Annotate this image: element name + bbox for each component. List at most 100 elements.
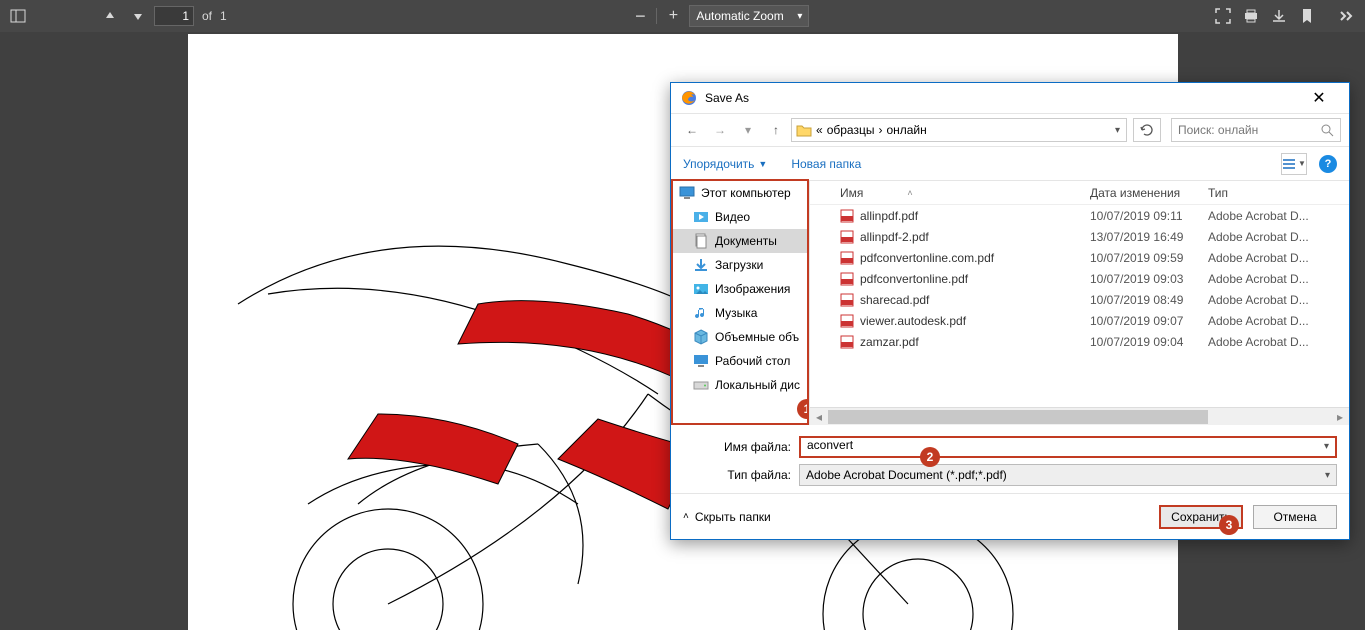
tree-item-music[interactable]: Музыка	[673, 301, 807, 325]
help-button[interactable]: ?	[1319, 155, 1337, 173]
arrow-left-icon: ←	[686, 123, 698, 137]
pdf-file-icon	[840, 230, 854, 244]
tree-item-pictures[interactable]: Изображения	[673, 277, 807, 301]
file-date: 10/07/2019 09:04	[1090, 335, 1208, 349]
print-button[interactable]	[1239, 4, 1263, 28]
file-name: pdfconvertonline.pdf	[860, 272, 968, 286]
bookmark-icon	[1301, 8, 1313, 24]
breadcrumb-sep: ›	[878, 123, 882, 137]
column-type[interactable]: Тип	[1208, 186, 1349, 200]
bookmark-button[interactable]	[1295, 4, 1319, 28]
tree-root-this-pc[interactable]: Этот компьютер	[673, 181, 807, 205]
disk-icon	[693, 377, 709, 393]
music-icon	[693, 305, 709, 321]
folder-tree: Этот компьютер Видео Документы Загрузки …	[671, 179, 809, 425]
file-list: allinpdf.pdf10/07/2019 09:11Adobe Acroba…	[810, 205, 1349, 352]
cube-icon	[693, 329, 709, 345]
download-button[interactable]	[1267, 4, 1291, 28]
horizontal-scrollbar[interactable]: ◂ ▸	[810, 407, 1349, 425]
nav-recent-button[interactable]: ▾	[735, 117, 761, 143]
file-name: allinpdf-2.pdf	[860, 230, 929, 244]
sort-caret-icon: ˄	[907, 188, 912, 198]
tree-item-downloads[interactable]: Загрузки	[673, 253, 807, 277]
refresh-icon	[1140, 123, 1154, 137]
refresh-button[interactable]	[1133, 118, 1161, 142]
dialog-title: Save As	[705, 91, 1299, 105]
file-row[interactable]: viewer.autodesk.pdf10/07/2019 09:07Adobe…	[810, 310, 1349, 331]
file-row[interactable]: allinpdf-2.pdf13/07/2019 16:49Adobe Acro…	[810, 226, 1349, 247]
column-name[interactable]: Имя	[840, 186, 863, 200]
tree-item-documents[interactable]: Документы	[673, 229, 807, 253]
callout-3: 3	[1219, 515, 1239, 535]
page-number-input[interactable]	[154, 6, 194, 26]
file-row[interactable]: zamzar.pdf10/07/2019 09:04Adobe Acrobat …	[810, 331, 1349, 352]
sidebar-toggle-button[interactable]	[6, 4, 30, 28]
hide-folders-button[interactable]: ˄ Скрыть папки	[683, 510, 771, 524]
file-row[interactable]: sharecad.pdf10/07/2019 08:49Adobe Acroba…	[810, 289, 1349, 310]
dialog-nav-bar: ← → ▾ ↑ « образцы › онлайн ▾ Поиск: онла…	[671, 113, 1349, 147]
pdf-file-icon	[840, 335, 854, 349]
file-date: 10/07/2019 09:11	[1090, 209, 1208, 223]
filetype-select[interactable]: Adobe Acrobat Document (*.pdf;*.pdf) ▾	[799, 464, 1337, 486]
zoom-in-button[interactable]: +	[661, 4, 685, 28]
tree-item-desktop[interactable]: Рабочий стол	[673, 349, 807, 373]
firefox-icon	[681, 90, 697, 106]
search-input[interactable]: Поиск: онлайн	[1171, 118, 1341, 142]
callout-2: 2	[920, 447, 940, 467]
organize-button[interactable]: Упорядочить ▼	[683, 157, 767, 171]
column-date[interactable]: Дата изменения	[1090, 186, 1208, 200]
pdf-file-icon	[840, 272, 854, 286]
arrow-up-icon	[104, 10, 116, 22]
documents-icon	[693, 233, 709, 249]
arrow-down-icon	[132, 10, 144, 22]
file-row[interactable]: pdfconvertonline.pdf10/07/2019 09:03Adob…	[810, 268, 1349, 289]
tree-item-video[interactable]: Видео	[673, 205, 807, 229]
print-icon	[1243, 8, 1259, 24]
new-folder-button[interactable]: Новая папка	[791, 157, 861, 171]
file-row[interactable]: allinpdf.pdf10/07/2019 09:11Adobe Acroba…	[810, 205, 1349, 226]
file-name: allinpdf.pdf	[860, 209, 918, 223]
zoom-select[interactable]: Automatic Zoom ▾	[689, 5, 809, 27]
fullscreen-icon	[1215, 8, 1231, 24]
scrollbar-thumb[interactable]	[828, 410, 1208, 424]
view-mode-button[interactable]: ▼	[1281, 153, 1307, 175]
cancel-button[interactable]: Отмена	[1253, 505, 1337, 529]
close-button[interactable]: ✕	[1299, 88, 1339, 108]
chevron-down-icon: ▾	[1325, 470, 1330, 481]
dialog-title-bar: Save As ✕	[671, 83, 1349, 113]
search-icon	[1321, 124, 1334, 137]
save-as-dialog: Save As ✕ ← → ▾ ↑ « образцы › онлайн ▾ П…	[670, 82, 1350, 540]
more-tools-button[interactable]	[1335, 4, 1359, 28]
scroll-right-icon: ▸	[1331, 408, 1349, 426]
search-placeholder: Поиск: онлайн	[1178, 123, 1258, 137]
file-type: Adobe Acrobat D...	[1208, 230, 1349, 244]
file-row[interactable]: pdfconvertonline.com.pdf 10/07/2019 09:59…	[810, 247, 1349, 268]
tree-item-local-disk[interactable]: Локальный дис	[673, 373, 807, 397]
address-bar[interactable]: « образцы › онлайн ▾	[791, 118, 1127, 142]
zoom-out-button[interactable]: −	[628, 4, 652, 28]
nav-up-button[interactable]: ↑	[763, 117, 789, 143]
file-date: 10/07/2019 08:49	[1090, 293, 1208, 307]
file-date: 10/07/2019 09:59	[1090, 251, 1208, 265]
chevrons-right-icon	[1339, 10, 1355, 22]
fullscreen-button[interactable]	[1211, 4, 1235, 28]
breadcrumb-part[interactable]: онлайн	[886, 123, 926, 137]
callout-1: 1	[797, 399, 809, 419]
dialog-footer: ˄ Скрыть папки Сохранить Отмена 3	[671, 493, 1349, 539]
scroll-left-icon: ◂	[810, 408, 828, 426]
list-view-icon	[1282, 158, 1296, 170]
tree-item-3d-objects[interactable]: Объемные объ	[673, 325, 807, 349]
file-type: Adobe Acrobat D...	[1208, 314, 1349, 328]
nav-back-button[interactable]: ←	[679, 117, 705, 143]
file-name: pdfconvertonline.com.pdf	[860, 251, 994, 265]
breadcrumb-part[interactable]: образцы	[827, 123, 875, 137]
file-list-panel: Имя ˄ Дата изменения Тип allinpdf.pdf 10/…	[809, 181, 1349, 425]
pdf-file-icon	[840, 293, 854, 307]
arrow-right-icon: →	[714, 123, 726, 137]
desktop-icon	[693, 353, 709, 369]
dialog-toolbar: Упорядочить ▼ Новая папка ▼ ?	[671, 147, 1349, 181]
filename-input[interactable]: aconvert ▾	[799, 436, 1337, 458]
prev-page-button[interactable]	[98, 4, 122, 28]
next-page-button[interactable]	[126, 4, 150, 28]
nav-forward-button[interactable]: →	[707, 117, 733, 143]
